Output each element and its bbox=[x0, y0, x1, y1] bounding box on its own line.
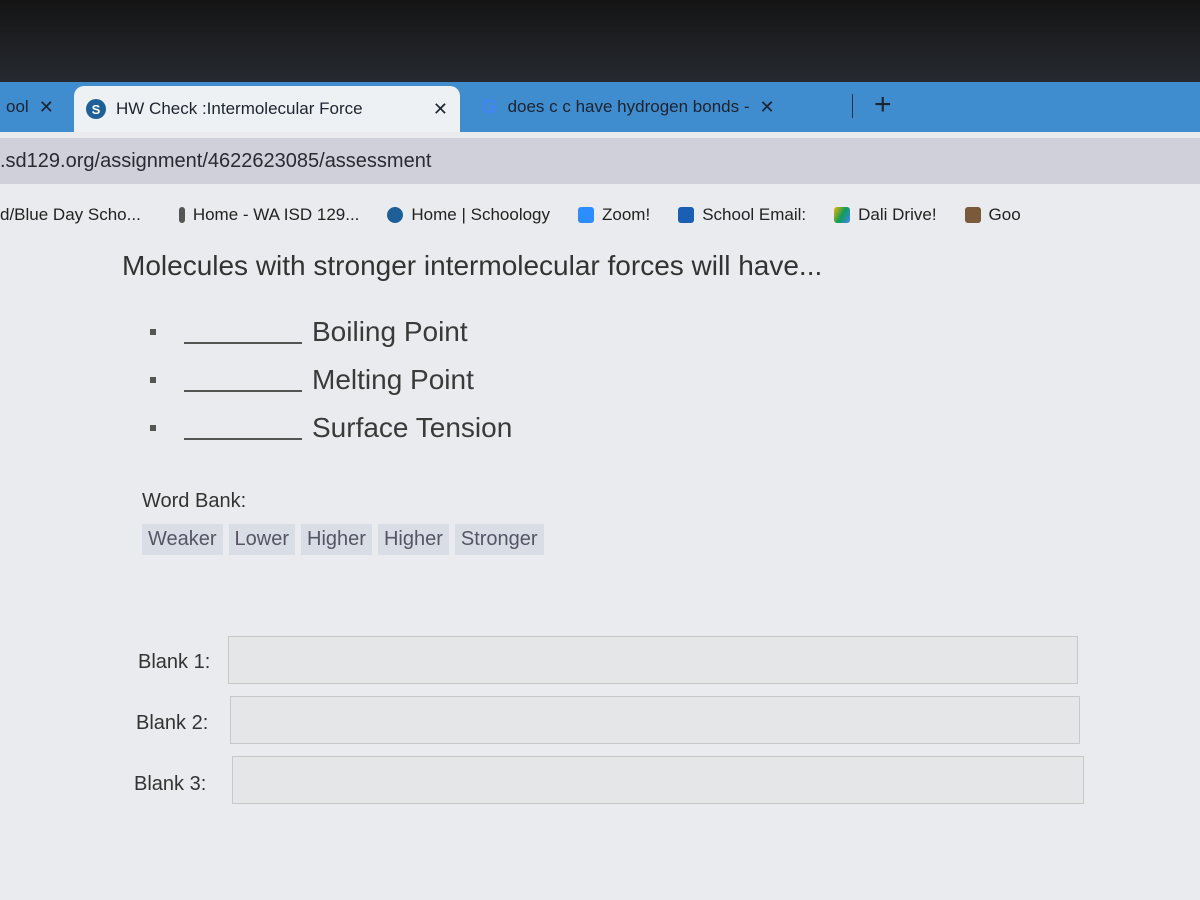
bookmark-wa-isd[interactable]: Home - WA ISD 129... bbox=[178, 205, 360, 225]
word-bank: Weaker Lower Higher Higher Stronger bbox=[142, 524, 544, 555]
zoom-icon bbox=[578, 207, 595, 223]
bookmark-blue-day[interactable]: d/Blue Day Scho... bbox=[0, 205, 141, 225]
word-chip[interactable]: Lower bbox=[228, 524, 296, 555]
tab-label: HW Check :Intermolecular Force bbox=[116, 99, 363, 118]
screen-bezel bbox=[0, 0, 1200, 82]
tab-label: ool bbox=[6, 97, 29, 116]
bookmark-schoology[interactable]: Home | Schoology bbox=[387, 205, 550, 225]
word-chip[interactable]: Higher bbox=[377, 524, 449, 555]
bookmark-label: Home - WA ISD 129... bbox=[192, 205, 360, 224]
blank-line bbox=[184, 320, 302, 344]
schoology-icon: S bbox=[86, 99, 106, 119]
new-tab-button[interactable]: + bbox=[874, 88, 892, 122]
blank-3-label: Blank 3: bbox=[134, 773, 207, 795]
statement-text: Surface Tension bbox=[312, 412, 513, 443]
blank-2-label: Blank 2: bbox=[136, 712, 209, 734]
word-chip[interactable]: Weaker bbox=[142, 524, 223, 555]
blank-3-input[interactable] bbox=[232, 756, 1084, 804]
bookmark-label: Goo bbox=[988, 205, 1021, 224]
tab-google-search[interactable]: Gdoes c c have hydrogen bonds - ✕ bbox=[470, 86, 850, 128]
bookmark-label: Home | Schoology bbox=[411, 205, 551, 224]
blank-2-input[interactable] bbox=[230, 696, 1080, 744]
bookmark-goo[interactable]: Goo bbox=[964, 205, 1021, 225]
word-chip[interactable]: Higher bbox=[301, 524, 372, 555]
tab-label: does c c have hydrogen bonds - bbox=[507, 97, 750, 116]
bookmark-label: Zoom! bbox=[602, 205, 651, 224]
bullet bbox=[150, 425, 156, 431]
address-bar[interactable]: .sd129.org/assignment/4622623085/assessm… bbox=[0, 138, 1200, 184]
bullet bbox=[150, 329, 156, 335]
url-text: .sd129.org/assignment/4622623085/assessm… bbox=[0, 149, 432, 172]
close-icon[interactable]: ✕ bbox=[760, 97, 775, 118]
outlook-icon bbox=[678, 207, 695, 223]
tab-previous[interactable]: ool ✕ bbox=[0, 86, 64, 128]
bookmark-label: d/Blue Day Scho... bbox=[0, 205, 141, 224]
person-icon bbox=[178, 207, 185, 223]
drive-icon bbox=[834, 207, 851, 223]
blank-line bbox=[184, 416, 302, 440]
bookmark-dali-drive[interactable]: Dali Drive! bbox=[834, 205, 937, 225]
statement-text: Melting Point bbox=[312, 364, 474, 395]
bookmark-school-email[interactable]: School Email: bbox=[678, 205, 806, 225]
close-icon[interactable]: ✕ bbox=[433, 99, 448, 120]
bullet bbox=[150, 377, 156, 383]
bookmark-label: Dali Drive! bbox=[858, 205, 937, 224]
classroom-icon bbox=[964, 207, 981, 223]
blank-1-input[interactable] bbox=[228, 636, 1078, 684]
schoology-icon bbox=[387, 207, 404, 223]
close-icon[interactable]: ✕ bbox=[39, 97, 54, 118]
word-chip[interactable]: Stronger bbox=[454, 524, 544, 555]
statement-row: Surface Tension bbox=[150, 412, 512, 444]
tab-bar: ool ✕ S HW Check :Intermolecular Force ✕ Gd… bbox=[0, 82, 1200, 132]
bookmark-zoom[interactable]: Zoom! bbox=[578, 205, 650, 225]
blank-line bbox=[184, 368, 302, 392]
statement-row: Boiling Point bbox=[150, 316, 468, 348]
bookmarks-bar: d/Blue Day Scho... Home - WA ISD 129... … bbox=[0, 196, 1200, 234]
statement-text: Boiling Point bbox=[312, 316, 468, 347]
tab-hw-check[interactable]: S HW Check :Intermolecular Force ✕ bbox=[74, 86, 460, 132]
google-icon: G bbox=[482, 95, 498, 118]
bookmark-label: School Email: bbox=[702, 205, 807, 224]
question-text: Molecules with stronger intermolecular f… bbox=[122, 250, 823, 281]
blank-1-label: Blank 1: bbox=[138, 651, 211, 673]
statement-row: Melting Point bbox=[150, 364, 474, 396]
word-bank-label: Word Bank: bbox=[142, 490, 247, 512]
